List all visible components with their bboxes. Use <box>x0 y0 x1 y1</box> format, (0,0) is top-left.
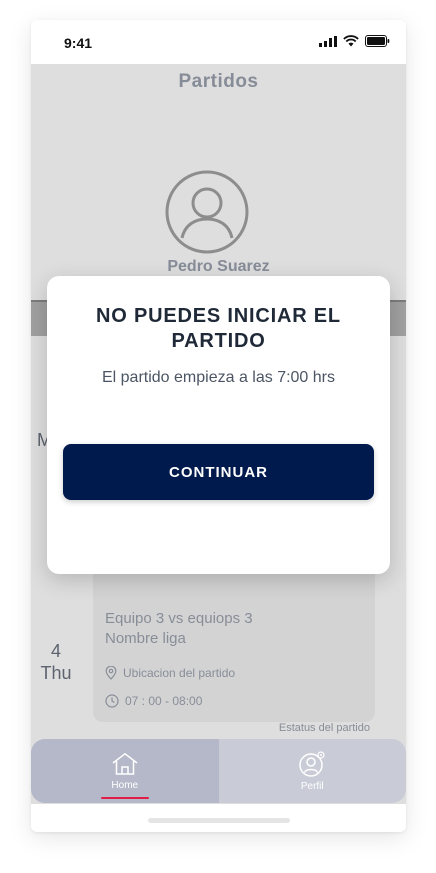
home-icon <box>112 752 138 775</box>
tab-home[interactable]: Home <box>31 739 219 803</box>
status-icons <box>319 35 390 47</box>
battery-icon <box>365 35 390 47</box>
home-indicator <box>148 818 290 823</box>
alert-modal: NO PUEDES INICIAR EL PARTIDO El partido … <box>47 276 390 574</box>
continue-button[interactable]: CONTINUAR <box>63 444 374 500</box>
active-tab-indicator <box>100 797 149 799</box>
tab-home-label: Home <box>111 779 139 791</box>
modal-title: NO PUEDES INICIAR EL PARTIDO <box>96 305 341 352</box>
signal-icon <box>319 35 337 47</box>
bottom-tab-bar: Home Perfil <box>31 739 406 803</box>
modal-message: El partido empieza a las 7:00 hrs <box>101 369 335 386</box>
status-bar: 9:41 <box>31 20 406 64</box>
status-time: 9:41 <box>64 35 93 51</box>
tab-perfil-label: Perfil <box>300 780 324 792</box>
wifi-icon <box>343 35 359 47</box>
phone-frame: 9:41 Partidos Pedro Suarez M 4 Thu Equip… <box>31 20 406 832</box>
tab-perfil[interactable]: Perfil <box>219 739 407 803</box>
profile-settings-icon <box>299 750 325 777</box>
